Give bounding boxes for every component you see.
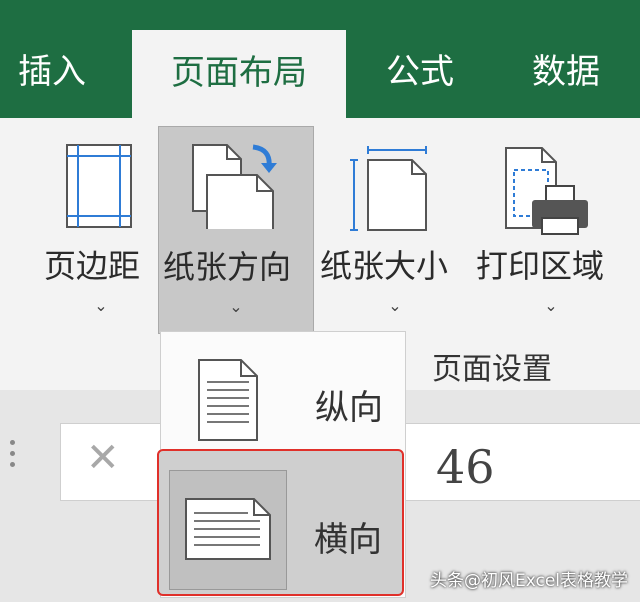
tab-page-layout[interactable]: 页面布局 xyxy=(132,30,346,118)
margins-icon xyxy=(66,144,132,228)
chevron-down-icon: ⌄ xyxy=(544,296,558,315)
tab-formulas[interactable]: 公式 xyxy=(386,44,454,100)
landscape-label[interactable]: 横向 xyxy=(314,512,382,561)
orientation-label: 纸张方向 xyxy=(163,248,292,286)
cancel-entry-button[interactable]: ✕ xyxy=(86,438,120,478)
margins-button[interactable]: 页边距 ⌄ xyxy=(40,126,158,332)
formula-bar-grip[interactable] xyxy=(10,440,16,473)
chevron-down-icon: ⌄ xyxy=(94,296,108,315)
paper-size-button[interactable]: 纸张大小 ⌄ xyxy=(316,126,470,332)
tab-insert[interactable]: 插入 xyxy=(18,44,86,100)
print-area-button[interactable]: 打印区域 ⌄ xyxy=(472,126,640,332)
ribbon-tab-bar: 插入 页面布局 公式 数据 xyxy=(0,0,640,118)
portrait-label: 纵向 xyxy=(315,388,383,428)
watermark: 头条@初风Excel表格教学 xyxy=(430,571,629,591)
margins-label: 页边距 xyxy=(44,247,141,285)
menu-item-landscape[interactable] xyxy=(169,470,287,590)
orientation-icon xyxy=(192,144,277,229)
tab-data[interactable]: 数据 xyxy=(532,44,600,100)
landscape-page-icon xyxy=(185,498,271,560)
paper-size-label: 纸张大小 xyxy=(320,247,449,285)
chevron-down-icon: ⌄ xyxy=(229,297,243,316)
orientation-button[interactable]: 纸张方向 ⌄ xyxy=(158,126,314,334)
print-area-label: 打印区域 xyxy=(476,247,605,285)
page-setup-group-label: 页面设置 xyxy=(432,352,552,387)
print-area-icon xyxy=(505,147,588,235)
chevron-down-icon: ⌄ xyxy=(388,296,402,315)
paper-size-icon xyxy=(350,146,427,231)
formula-bar-value[interactable]: 46 xyxy=(436,440,495,494)
portrait-page-icon xyxy=(198,359,258,441)
menu-item-portrait[interactable]: 纵向 xyxy=(161,332,405,450)
